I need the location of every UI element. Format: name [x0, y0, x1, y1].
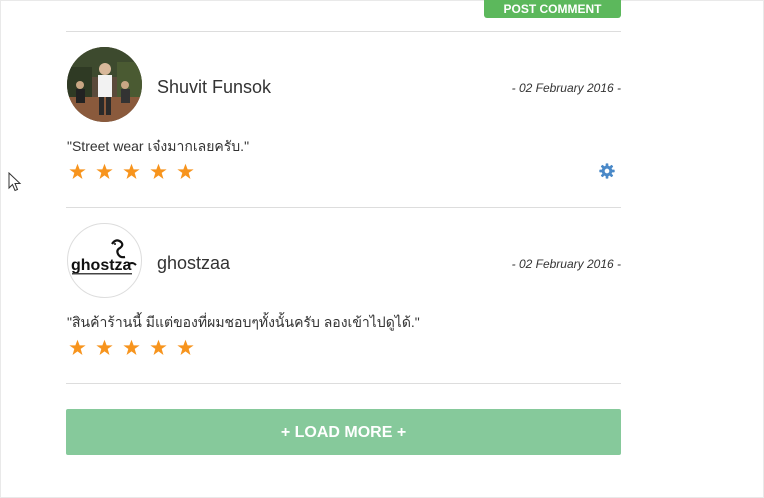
user-photo-icon: [67, 47, 142, 122]
star-icon: [177, 163, 194, 179]
review-date: - 02 February 2016 -: [511, 257, 621, 271]
star-icon: [96, 163, 113, 179]
star-icon: [69, 163, 86, 179]
divider-top: [66, 31, 621, 32]
star-rating: [69, 163, 194, 183]
post-comment-button[interactable]: POST COMMENT: [484, 0, 621, 18]
review-text: "สินค้าร้านนี้ มีแต่ของที่ผมชอบๆทั้งนั้น…: [67, 314, 420, 330]
review-text: "Street wear เจ๋งมากเลยครับ.": [67, 138, 250, 154]
star-icon: [96, 339, 113, 355]
star-icon: [150, 339, 167, 355]
star-icon: [123, 339, 140, 355]
divider-middle: [66, 207, 621, 208]
review-item: ghostza ghostzaa - 02 February 2016 - "ส…: [66, 223, 621, 373]
star-icon: [123, 163, 140, 179]
gear-icon[interactable]: [599, 163, 615, 179]
star-icon: [150, 163, 167, 179]
avatar[interactable]: ghostza: [67, 223, 142, 298]
star-icon: [69, 339, 86, 355]
review-author: Shuvit Funsok: [157, 77, 272, 97]
divider-bottom: [66, 383, 621, 384]
ghostzaa-logo-text: ghostza: [71, 257, 132, 274]
avatar[interactable]: [67, 47, 142, 122]
star-icon: [177, 339, 194, 355]
review-date: - 02 February 2016 -: [511, 81, 621, 95]
mouse-cursor-icon: [8, 172, 22, 192]
load-more-button[interactable]: + LOAD MORE +: [66, 409, 621, 455]
ghostzaa-logo-icon: ghostza: [71, 239, 137, 275]
review-item: Shuvit Funsok - 02 February 2016 - "Stre…: [66, 47, 621, 197]
review-author: ghostzaa: [157, 253, 231, 273]
star-rating: [69, 339, 194, 359]
